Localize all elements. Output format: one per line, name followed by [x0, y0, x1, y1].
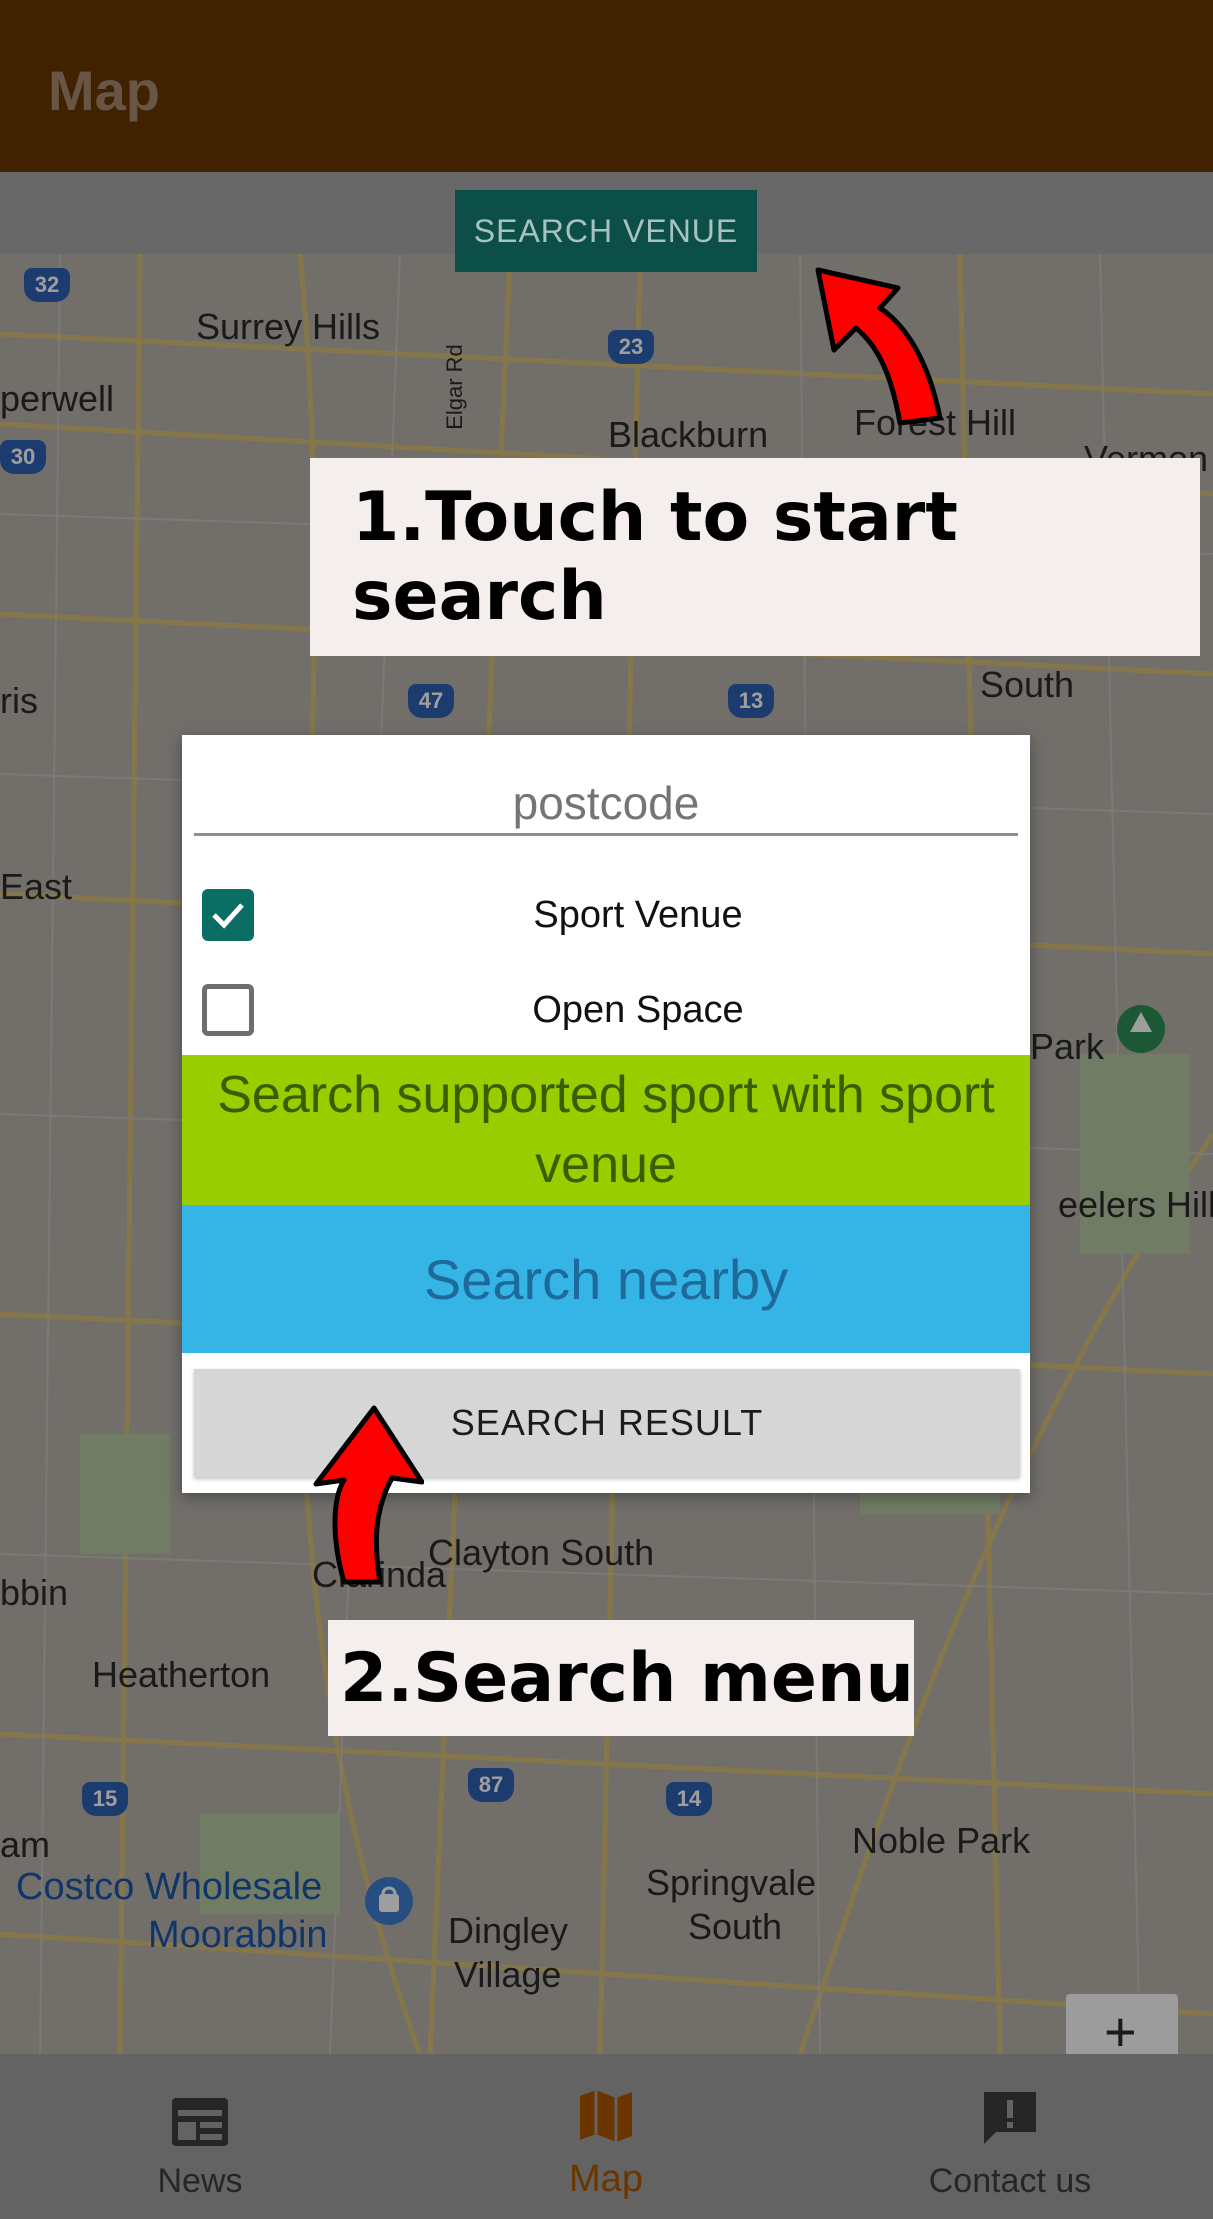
sport-venue-option[interactable]: Sport Venue	[202, 885, 1022, 945]
map-icon	[580, 2090, 632, 2142]
map-label-elgar-rd: Elgar Rd	[441, 344, 467, 430]
route-shield-icon: 32	[24, 268, 70, 302]
map-label-dingley-line1: Dingley	[448, 1910, 569, 1951]
open-space-label: Open Space	[532, 988, 744, 1031]
open-space-checkbox[interactable]	[202, 984, 254, 1036]
map-label-camberwell: perwell	[0, 378, 115, 419]
park-tree-icon	[1117, 1005, 1165, 1053]
zoom-in-label: +	[1104, 2000, 1137, 2063]
search-supported-sport-button[interactable]: Search supported sport with sport venue	[182, 1055, 1030, 1205]
route-shield-icon: 23	[608, 330, 654, 364]
map-label-clayton-south: Clayton South	[428, 1532, 655, 1573]
sport-venue-checkbox[interactable]	[202, 889, 254, 941]
open-space-option[interactable]: Open Space	[202, 980, 1022, 1040]
map-label-springvale-line1: Springvale	[646, 1862, 817, 1903]
route-shield-icon: 87	[468, 1768, 514, 1802]
zoom-in-button[interactable]: +	[1066, 1994, 1178, 2063]
map-label-east: East	[0, 866, 73, 907]
route-shield-icon: 14	[666, 1782, 712, 1816]
news-icon	[172, 2098, 228, 2146]
nav-label-contact: Contact us	[928, 2162, 1092, 2200]
map-label-blackburn: Blackburn	[608, 414, 769, 455]
arrow-up-left-icon	[815, 267, 943, 426]
map-label-heatherton: Heatherton	[92, 1654, 271, 1695]
route-shield-icon: 15	[82, 1782, 128, 1816]
map-label-costco-line1: Costco Wholesale	[16, 1866, 323, 1908]
nav-item-contact[interactable]: Contact us	[860, 2054, 1160, 2219]
route-shield-icon: 47	[408, 684, 454, 718]
map-label-south: South	[980, 664, 1075, 705]
nav-label-map: Map	[569, 2158, 643, 2200]
bottom-navigation: News Map Contact us	[0, 2054, 1213, 2219]
arrow-up-icon	[313, 1405, 424, 1585]
nav-label-news: News	[157, 2162, 243, 2200]
checkmark-icon	[212, 903, 244, 929]
search-dialog: Sport Venue Open Space Search supported …	[182, 735, 1030, 1493]
chat-alert-icon	[984, 2092, 1036, 2144]
map-label-dingley-line2: Village	[454, 1954, 562, 1995]
map-label-park: Park	[1030, 1026, 1105, 1067]
map-label-springvale-line2: South	[688, 1906, 783, 1947]
page-title: Map	[48, 59, 160, 122]
route-shield-icon: 30	[0, 440, 46, 474]
postcode-input[interactable]	[194, 773, 1018, 836]
map-label-am: am	[0, 1824, 51, 1865]
app-bar: Map	[0, 0, 1213, 172]
callout-step-1: 1.Touch to start search	[310, 458, 1200, 656]
callout-step-2: 2.Search menu	[328, 1620, 914, 1736]
map-label-moorabbin: bbin	[0, 1572, 69, 1613]
nav-item-map[interactable]: Map	[456, 2054, 756, 2219]
search-nearby-button[interactable]: Search nearby	[182, 1205, 1030, 1353]
nav-item-news[interactable]: News	[50, 2054, 350, 2219]
shopping-bag-pin-icon	[365, 1877, 413, 1925]
search-venue-button[interactable]: SEARCH VENUE	[455, 190, 757, 272]
map-label-costco-line2: Moorabbin	[148, 1914, 328, 1956]
map-label-wheelers-hill: eelers Hill	[1058, 1184, 1213, 1225]
map-label-surrey-hills: Surrey Hills	[196, 306, 381, 347]
sport-venue-label: Sport Venue	[533, 893, 743, 936]
map-label-ris: ris	[0, 680, 38, 721]
route-shield-icon: 13	[728, 684, 774, 718]
map-label-noble-park: Noble Park	[852, 1820, 1031, 1861]
